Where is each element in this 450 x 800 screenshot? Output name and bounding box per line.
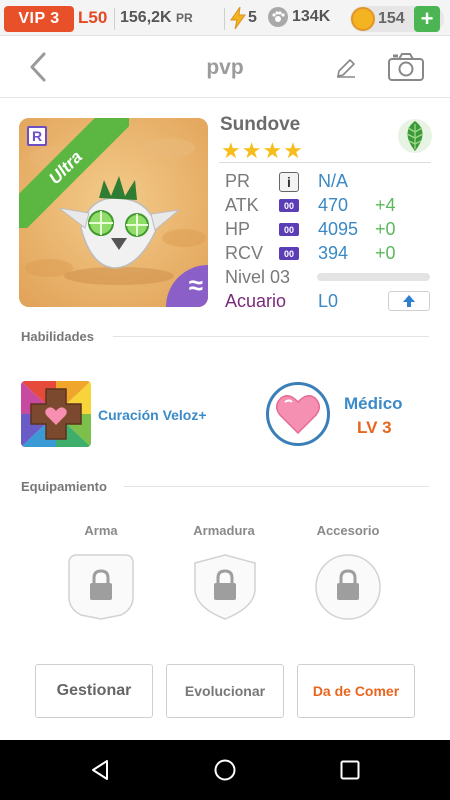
feed-button[interactable]: Da de Comer: [297, 664, 415, 718]
divider: [113, 336, 429, 337]
divider: [219, 162, 431, 163]
stat-row-level: Nivel 03: [225, 265, 435, 289]
nav-recents-icon[interactable]: [338, 758, 362, 782]
divider: [124, 486, 429, 487]
atk-value: 470: [318, 195, 349, 215]
accessory-slot-label: Accesorio: [316, 523, 380, 538]
stat-row-rcv: RCV 00 394 +0: [225, 241, 435, 265]
enhance-badge: 00: [279, 199, 299, 212]
star-rating: ★★★★: [221, 138, 304, 163]
stats-panel: PR i N/A ATK 00 470 +4 HP 00 4095 +0 RCV…: [225, 169, 435, 313]
player-level: L50: [78, 8, 108, 27]
leaf-icon: [398, 119, 432, 153]
navigation-bar: [0, 740, 450, 800]
page-header: pvp: [0, 36, 450, 98]
rarity-label: Ultra: [45, 147, 87, 189]
coin-icon: [351, 7, 375, 31]
active-skill-name[interactable]: Curación Veloz+: [98, 407, 207, 423]
stat-row-pr: PR i N/A: [225, 169, 435, 193]
skills-section-title: Habilidades: [21, 329, 94, 344]
nav-back-icon[interactable]: [88, 758, 112, 782]
evolve-button[interactable]: Evolucionar: [166, 664, 284, 718]
divider: [224, 8, 225, 30]
power-value: 156,2K: [120, 9, 172, 26]
awaken-value: L0: [318, 291, 339, 311]
status-bar: VIP 3 L50 156,2K PR 5 134K 154 +: [0, 0, 450, 36]
power-unit: PR: [176, 11, 193, 25]
armor-slot-label: Armadura: [193, 523, 255, 538]
vip-badge[interactable]: VIP 3: [4, 6, 74, 32]
up-arrow-icon: [403, 295, 415, 307]
power-rating: 156,2K PR: [120, 9, 193, 27]
hp-bonus: +0: [375, 219, 396, 239]
add-coins-button[interactable]: +: [414, 6, 440, 32]
accessory-slot[interactable]: [314, 553, 382, 621]
info-icon[interactable]: i: [279, 172, 299, 192]
atk-bonus: +4: [375, 195, 396, 215]
hp-value: 4095: [318, 219, 359, 239]
monster-name: Sundove: [220, 114, 301, 135]
pr-value: N/A: [318, 171, 349, 191]
rank-badge: R: [27, 126, 47, 146]
awaken-upgrade-button[interactable]: [388, 291, 430, 311]
rcv-bonus: +0: [375, 243, 396, 263]
heal-cross-icon: [21, 381, 91, 447]
level-label: Nivel 03: [225, 267, 291, 287]
enhance-badge: 00: [279, 247, 299, 260]
divider: [114, 8, 115, 30]
rcv-value: 394: [318, 243, 349, 263]
coin-value: 154: [378, 10, 405, 27]
level-progress-bar: [317, 273, 430, 281]
active-skill-icon[interactable]: [21, 381, 91, 447]
camera-icon[interactable]: [387, 52, 425, 82]
hp-label: HP: [225, 219, 251, 239]
heart-icon: [276, 395, 320, 435]
awaken-label: Acuario: [225, 291, 287, 311]
leader-skill-icon[interactable]: [266, 382, 330, 446]
edit-pencil-icon[interactable]: [334, 56, 358, 80]
armor-slot[interactable]: [191, 553, 259, 621]
weapon-slot[interactable]: [67, 553, 135, 621]
paw-currency[interactable]: 134K: [268, 7, 330, 27]
paw-icon: [268, 7, 288, 27]
monster-portrait[interactable]: Ultra R ≈: [19, 118, 208, 307]
energy-counter[interactable]: 5: [230, 7, 257, 29]
equipment-section-title: Equipamiento: [21, 479, 107, 494]
nav-home-icon[interactable]: [213, 758, 237, 782]
leader-skill-level: LV 3: [357, 418, 392, 437]
page-title: pvp: [206, 56, 244, 79]
stat-row-atk: ATK 00 470 +4: [225, 193, 435, 217]
stat-row-hp: HP 00 4095 +0: [225, 217, 435, 241]
manage-button[interactable]: Gestionar: [35, 664, 153, 718]
energy-value: 5: [248, 9, 257, 26]
coin-counter[interactable]: 154 +: [350, 6, 444, 32]
paw-value: 134K: [292, 8, 331, 25]
lightning-icon: [230, 7, 246, 29]
rcv-label: RCV: [225, 243, 264, 263]
leader-skill-name[interactable]: Médico: [344, 394, 403, 414]
atk-label: ATK: [225, 195, 259, 215]
pr-label: PR: [225, 171, 251, 191]
enhance-badge: 00: [279, 223, 299, 236]
stat-row-awaken: Acuario L0: [225, 289, 435, 313]
weapon-slot-label: Arma: [84, 523, 118, 538]
